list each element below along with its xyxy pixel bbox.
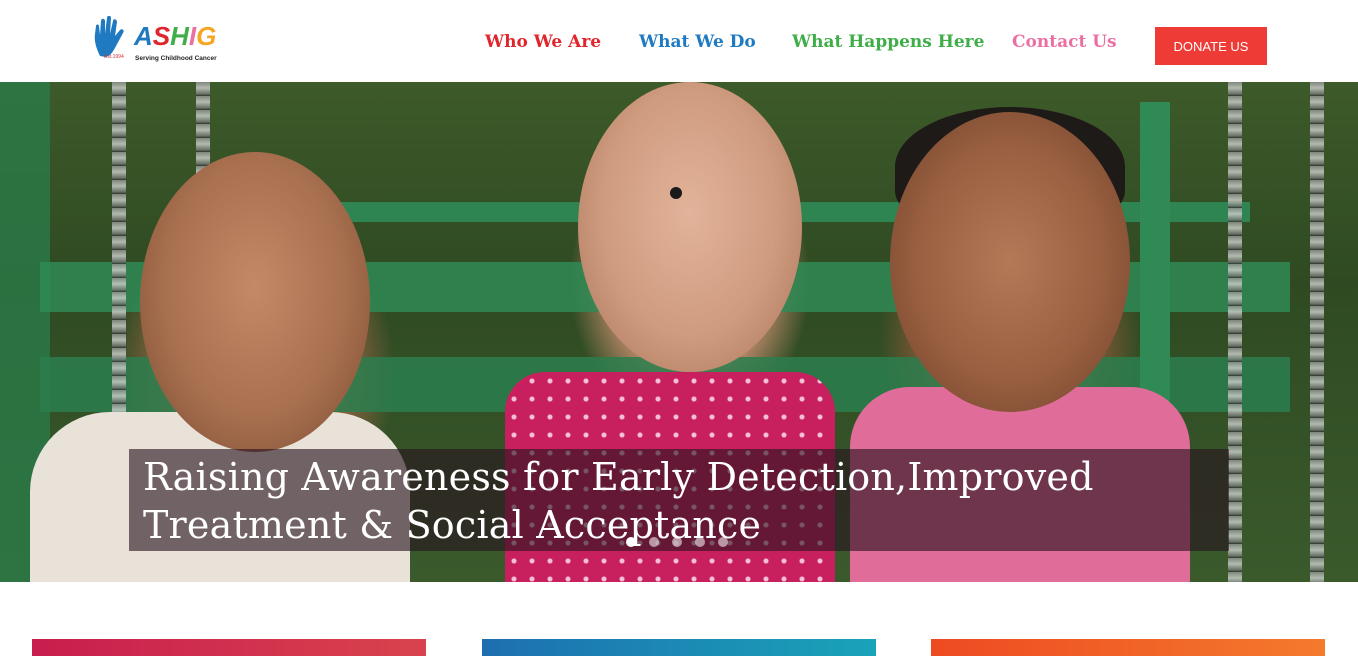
- feature-card[interactable]: [482, 639, 876, 656]
- nav-who-we-are[interactable]: Who We Are: [485, 32, 601, 52]
- child-face: [890, 112, 1130, 412]
- child-face: [140, 152, 370, 452]
- swing-chain: [1310, 82, 1324, 582]
- swing-post: [1140, 102, 1170, 402]
- feature-card[interactable]: [32, 639, 426, 656]
- bindi: [670, 187, 682, 199]
- hero-caption-box: Raising Awareness for Early Detection,Im…: [129, 449, 1229, 551]
- slider-dot[interactable]: [672, 537, 682, 547]
- logo-est-text: Est.1994: [104, 54, 124, 60]
- nav-contact-us[interactable]: Contact Us: [1012, 32, 1117, 52]
- slider-dots: [626, 537, 728, 547]
- slider-dot[interactable]: [695, 537, 705, 547]
- logo-tagline: Serving Childhood Cancer: [135, 55, 217, 62]
- hero-caption: Raising Awareness for Early Detection,Im…: [143, 455, 1094, 547]
- logo-letter: S: [152, 21, 171, 51]
- nav-what-happens-here[interactable]: What Happens Here: [792, 32, 984, 52]
- site-header: Est.1994 ASHIG Serving Childhood Cancer …: [0, 0, 1358, 82]
- logo-letter: H: [170, 21, 189, 51]
- slider-dot[interactable]: [649, 537, 659, 547]
- feature-card[interactable]: [931, 639, 1325, 656]
- donate-button[interactable]: DONATE US: [1155, 27, 1267, 65]
- swing-chain: [1228, 82, 1242, 582]
- hand-icon: [94, 16, 124, 57]
- child-face: [578, 82, 802, 372]
- hero-slider[interactable]: Raising Awareness for Early Detection,Im…: [0, 82, 1358, 582]
- logo-wordmark: ASHIG: [134, 22, 216, 50]
- nav-contact-label: Contact Us: [1012, 32, 1117, 52]
- slider-dot[interactable]: [626, 537, 636, 547]
- slider-dot[interactable]: [718, 537, 728, 547]
- logo-letter: G: [196, 21, 217, 51]
- nav-what-we-do[interactable]: What We Do: [639, 32, 756, 52]
- ashic-logo[interactable]: Est.1994 ASHIG Serving Childhood Cancer: [92, 16, 222, 64]
- logo-letter: A: [134, 21, 153, 51]
